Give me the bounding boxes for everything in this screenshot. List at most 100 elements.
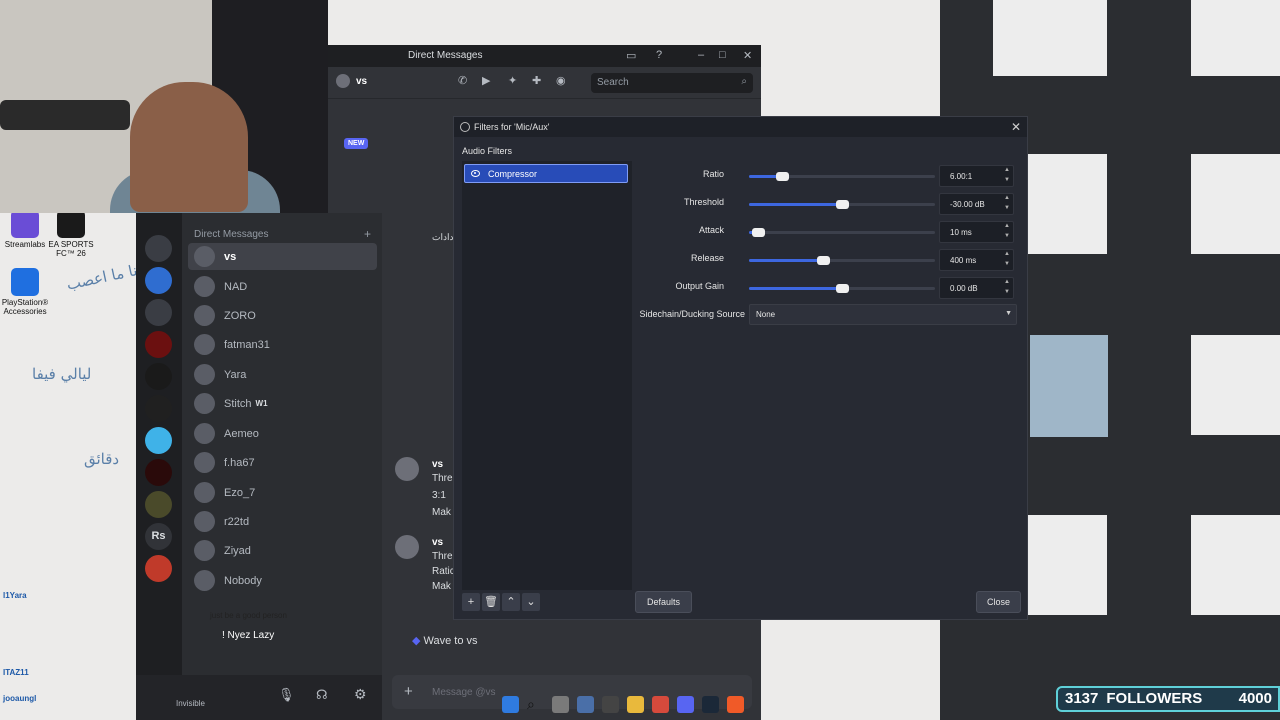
desktop-icon-ea-fc[interactable]: EA SPORTS FC™ 26 — [46, 210, 96, 258]
maximize-icon[interactable]: □ — [719, 49, 726, 61]
call-icon[interactable]: ✆ — [458, 74, 467, 87]
minimize-icon[interactable]: – — [698, 49, 704, 61]
property-row-output-gain: Output Gain 0.00 dB ▲ ▼ — [634, 277, 1019, 299]
property-spinbox[interactable]: -30.00 dB ▲ ▼ — [939, 193, 1014, 215]
windows-start-icon[interactable] — [502, 695, 519, 713]
settings-gear-icon[interactable]: ⚙ — [354, 686, 367, 703]
property-slider[interactable] — [749, 256, 935, 265]
mic-icon[interactable]: 🎙 — [278, 687, 295, 703]
dm-item-r22td[interactable]: r22td — [188, 508, 377, 535]
dm-item-zoro[interactable]: ZORO — [188, 302, 377, 329]
server-icon[interactable] — [145, 299, 172, 326]
desktop-icon-streamlabs[interactable]: Streamlabs — [0, 210, 50, 249]
server-icon[interactable] — [145, 459, 172, 486]
add-friend-icon[interactable]: ✚ — [532, 74, 541, 87]
spin-up-icon[interactable]: ▲ — [1004, 223, 1010, 229]
board-tile — [1028, 515, 1107, 615]
chat-line: ! Nyez Lazy — [222, 630, 275, 641]
move-down-button[interactable]: ⌄ — [522, 593, 540, 611]
w1-badge: W1 — [255, 399, 268, 408]
spin-up-icon[interactable]: ▲ — [1004, 251, 1010, 257]
dm-item-nobody[interactable]: Nobody — [188, 567, 377, 594]
server-rs[interactable]: Rs — [145, 523, 172, 550]
chat-fragment: دادات — [432, 232, 454, 242]
help-icon[interactable]: ? — [656, 49, 662, 61]
steam-icon[interactable] — [702, 695, 719, 713]
spin-up-icon[interactable]: ▲ — [1004, 279, 1010, 285]
store-icon[interactable] — [577, 695, 594, 713]
chrome-icon[interactable] — [652, 695, 669, 713]
visibility-eye-icon[interactable] — [471, 170, 480, 177]
dm-item-vs[interactable]: vs — [188, 243, 377, 270]
sidechain-select[interactable]: None ▼ — [749, 304, 1017, 325]
spin-up-icon[interactable]: ▲ — [1004, 195, 1010, 201]
slider-handle[interactable] — [836, 200, 849, 209]
dm-item-yara[interactable]: Yara — [188, 361, 377, 388]
avatar — [194, 570, 215, 591]
property-spinbox[interactable]: 6.00:1 ▲ ▼ — [939, 165, 1014, 187]
search-input[interactable]: Search ⌕ — [591, 73, 753, 93]
inbox-icon[interactable]: ▭ — [626, 49, 636, 62]
add-filter-button[interactable]: + — [462, 593, 480, 611]
spin-up-icon[interactable]: ▲ — [1004, 167, 1010, 173]
dm-item-ziyad[interactable]: Ziyad — [188, 537, 377, 564]
dm-item-fatman31[interactable]: fatman31 — [188, 331, 377, 358]
message-line: Thre — [432, 473, 453, 484]
brave-icon[interactable] — [727, 695, 744, 713]
server-icon[interactable] — [145, 267, 172, 294]
filter-item-compressor[interactable]: Compressor — [464, 164, 628, 183]
server-icon[interactable] — [145, 427, 172, 454]
server-icon[interactable] — [145, 555, 172, 582]
dm-item-fha67[interactable]: f.ha67 — [188, 449, 377, 476]
obs-taskbar-icon[interactable] — [602, 695, 619, 713]
server-icon[interactable] — [145, 395, 172, 422]
property-slider[interactable] — [749, 200, 935, 209]
defaults-button[interactable]: Defaults — [635, 591, 692, 613]
move-up-button[interactable]: ⌃ — [502, 593, 520, 611]
task-view-icon[interactable] — [552, 695, 569, 713]
attach-icon[interactable]: + — [404, 683, 413, 700]
dm-item-aemeo[interactable]: Aemeo — [188, 420, 377, 447]
server-icon[interactable] — [145, 331, 172, 358]
profile-icon[interactable]: ◉ — [556, 74, 566, 87]
slider-handle[interactable] — [776, 172, 790, 181]
followers-goal: 4000 — [1238, 690, 1272, 707]
discord-taskbar-icon[interactable] — [677, 695, 694, 713]
filters-title: Filters for 'Mic/Aux' — [474, 122, 550, 132]
server-icon[interactable] — [145, 235, 172, 262]
property-spinbox[interactable]: 10 ms ▲ ▼ — [939, 221, 1014, 243]
slider-handle[interactable] — [752, 228, 766, 237]
close-button[interactable]: Close — [976, 591, 1021, 613]
property-slider[interactable] — [749, 228, 935, 237]
dm-item-nad[interactable]: NAD — [188, 273, 377, 300]
slider-handle[interactable] — [817, 256, 831, 265]
new-dm-button[interactable]: + — [364, 227, 371, 241]
dm-item-stitch[interactable]: Stitch W1 — [188, 390, 377, 417]
property-slider[interactable] — [749, 284, 935, 293]
followers-goal-bar: 3137 FOLLOWERS 4000 — [1056, 686, 1280, 712]
server-icon[interactable] — [145, 363, 172, 390]
server-icon[interactable] — [145, 491, 172, 518]
slider-handle[interactable] — [836, 284, 849, 293]
spin-down-icon[interactable]: ▼ — [1004, 205, 1010, 211]
desktop-icon-ps-accessories[interactable]: PlayStation® Accessories — [0, 268, 50, 316]
property-spinbox[interactable]: 400 ms ▲ ▼ — [939, 249, 1014, 271]
spin-down-icon[interactable]: ▼ — [1004, 177, 1010, 183]
chevron-down-icon: ▼ — [1005, 310, 1012, 317]
video-icon[interactable]: ▶ — [482, 74, 490, 87]
property-spinbox[interactable]: 0.00 dB ▲ ▼ — [939, 277, 1014, 299]
wave-button[interactable]: ◆ Wave to vs — [402, 628, 488, 654]
spin-down-icon[interactable]: ▼ — [1004, 289, 1010, 295]
file-explorer-icon[interactable] — [627, 695, 644, 713]
pin-icon[interactable]: ✦ — [508, 74, 517, 87]
search-icon[interactable]: ⌕ — [527, 696, 544, 713]
slider-fill — [749, 203, 842, 206]
spin-down-icon[interactable]: ▼ — [1004, 233, 1010, 239]
dm-item-ezo7[interactable]: Ezo_7 — [188, 479, 377, 506]
dialog-close-icon[interactable]: ✕ — [1011, 120, 1021, 134]
property-slider[interactable] — [749, 172, 935, 181]
remove-filter-button[interactable]: 🗑 — [482, 593, 500, 611]
spin-down-icon[interactable]: ▼ — [1004, 261, 1010, 267]
close-icon[interactable]: ✕ — [743, 49, 752, 62]
headphones-icon[interactable]: ☊ — [316, 687, 328, 703]
